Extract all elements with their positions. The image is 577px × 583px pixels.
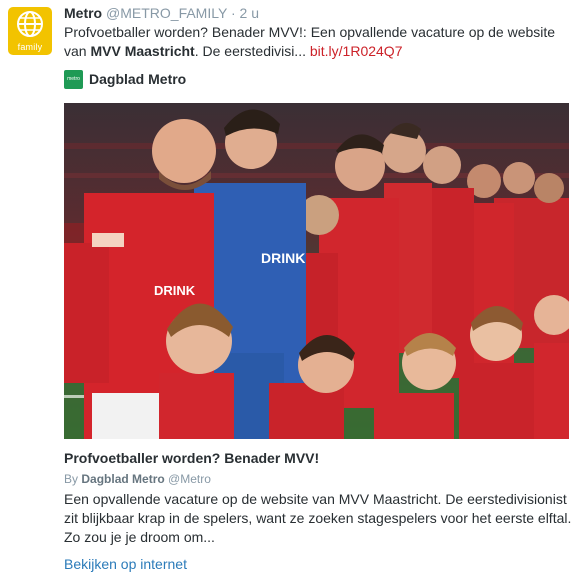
tweet-text-mid: . De eerstedivisi... [194,43,310,59]
author-handle[interactable]: @METRO_FAMILY [106,5,227,21]
tweet-text: Profvoetballer worden? Benader MVV!: Een… [64,23,569,61]
byline-name[interactable]: Dagblad Metro [81,472,164,486]
tweet-text-line1: Profvoetballer worden? Benader MVV!: Een… [64,24,556,40]
card-source[interactable]: metro Dagblad Metro [64,69,186,89]
card-title[interactable]: Profvoetballer worden? Benader MVV! [64,450,319,466]
globe-icon [17,11,43,37]
avatar-label: family [17,42,43,52]
tweet-link[interactable]: bit.ly/1R024Q7 [310,43,403,59]
football-team-photo: DRINK DRINK [64,103,569,439]
avatar[interactable]: family [8,7,52,55]
byline-handle[interactable]: @Metro [168,472,211,486]
tweet-text-prefix: van [64,43,91,59]
card-image[interactable]: DRINK DRINK [64,103,569,439]
view-online-link[interactable]: Bekijken op internet [64,556,187,572]
byline-prefix: By [64,472,79,486]
tweet-text-bold: MVV Maastricht [90,43,195,59]
card-description: Een opvallende vacature op de website va… [64,491,572,545]
tweet-timestamp[interactable]: 2 u [240,5,259,21]
metro-logo-icon: metro [64,69,83,89]
svg-text:DRINK: DRINK [261,250,305,266]
source-name[interactable]: Dagblad Metro [89,71,186,87]
tweet-header: Metro @METRO_FAMILY · 2 u [64,4,259,22]
card-byline: By Dagblad Metro @Metro [64,472,211,486]
author-name[interactable]: Metro [64,5,102,21]
separator-dot: · [230,5,236,21]
svg-text:DRINK: DRINK [154,283,196,298]
